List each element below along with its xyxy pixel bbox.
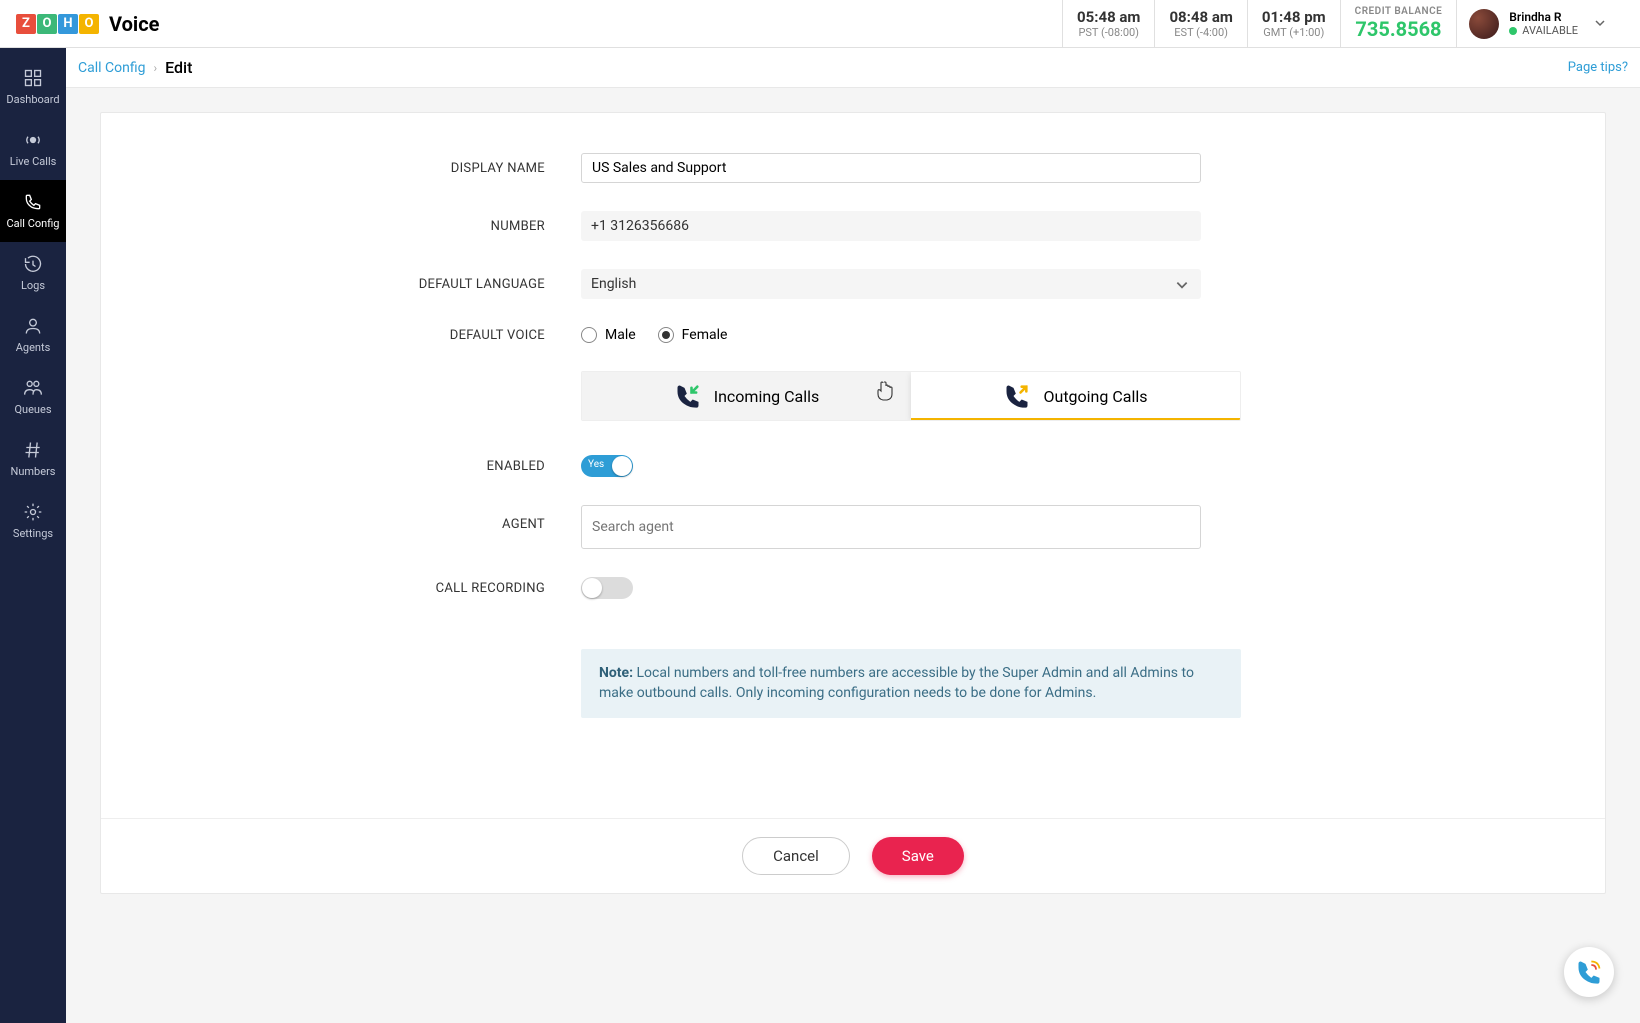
logo-tile-o1: O xyxy=(37,14,57,34)
sidebar-item-settings[interactable]: Settings xyxy=(0,490,66,552)
radio-label-male: Male xyxy=(605,327,636,343)
clock-time: 05:48 am xyxy=(1077,8,1140,26)
radio-label-female: Female xyxy=(682,327,728,343)
nav-label: Live Calls xyxy=(10,155,57,168)
nav-label: Numbers xyxy=(11,465,56,478)
clock-time: 01:48 pm xyxy=(1262,8,1326,26)
label-enabled: ENABLED xyxy=(141,459,581,474)
call-recording-toggle[interactable] xyxy=(581,577,633,599)
credit-balance: CREDIT BALANCE 735.8568 xyxy=(1340,0,1457,47)
number-input xyxy=(581,211,1201,241)
toggle-text: Yes xyxy=(588,459,604,470)
clock-pst: 05:48 am PST (-08:00) xyxy=(1062,0,1154,47)
phone-icon xyxy=(1575,958,1603,986)
save-button[interactable]: Save xyxy=(872,837,964,875)
credit-value: 735.8568 xyxy=(1355,17,1443,41)
avatar xyxy=(1469,9,1499,39)
dashboard-icon xyxy=(23,68,43,88)
call-type-tabs: Incoming Calls Outgoing Calls xyxy=(581,371,1241,421)
nav-label: Logs xyxy=(21,279,45,292)
credit-label: CREDIT BALANCE xyxy=(1355,6,1443,17)
chevron-down-icon xyxy=(1594,14,1606,33)
tab-label: Outgoing Calls xyxy=(1043,387,1147,406)
top-bar: Z O H O Voice 05:48 am PST (-08:00) 08:4… xyxy=(0,0,1640,48)
clock-zone: GMT (+1:00) xyxy=(1262,26,1326,39)
page-title: Edit xyxy=(165,58,192,77)
agent-search-input[interactable] xyxy=(581,505,1201,549)
clock-gmt: 01:48 pm GMT (+1:00) xyxy=(1247,0,1340,47)
logs-icon xyxy=(23,254,43,274)
nav-label: Call Config xyxy=(6,217,59,230)
numbers-icon xyxy=(23,440,43,460)
breadcrumb-parent[interactable]: Call Config xyxy=(78,60,145,76)
sidebar-item-call-config[interactable]: Call Config xyxy=(0,180,66,242)
clock-time: 08:48 am xyxy=(1169,8,1232,26)
live-calls-icon xyxy=(23,130,43,150)
nav-label: Settings xyxy=(13,527,53,540)
brand-name: Voice xyxy=(109,12,159,36)
note-text: Local numbers and toll-free numbers are … xyxy=(599,665,1194,701)
sidebar-item-agents[interactable]: Agents xyxy=(0,304,66,366)
toggle-knob xyxy=(582,578,602,598)
note-box: Note: Local numbers and toll-free number… xyxy=(581,649,1241,718)
display-name-input[interactable] xyxy=(581,153,1201,183)
clock-zone: EST (-4:00) xyxy=(1169,26,1232,39)
default-language-select[interactable] xyxy=(581,269,1201,299)
config-form: DISPLAY NAME NUMBER DEFAULT LANGUAGE DEF… xyxy=(100,112,1606,894)
user-meta: Brindha R AVAILABLE xyxy=(1509,10,1578,37)
radio-icon xyxy=(581,327,597,343)
user-status-text: AVAILABLE xyxy=(1522,24,1578,37)
user-name: Brindha R xyxy=(1509,10,1578,24)
phone-incoming-icon xyxy=(674,382,702,410)
sidebar-item-dashboard[interactable]: Dashboard xyxy=(0,56,66,118)
brand-logo[interactable]: Z O H O Voice xyxy=(16,12,159,36)
user-menu[interactable]: Brindha R AVAILABLE xyxy=(1456,0,1624,47)
label-display-name: DISPLAY NAME xyxy=(141,161,581,176)
sidebar-item-logs[interactable]: Logs xyxy=(0,242,66,304)
breadcrumb-bar: Call Config › Edit Page tips? xyxy=(66,48,1640,88)
logo-tile-z: Z xyxy=(16,14,36,34)
form-footer: Cancel Save xyxy=(101,818,1605,893)
logo-tiles: Z O H O xyxy=(16,14,99,34)
tab-label: Incoming Calls xyxy=(714,387,820,406)
nav-label: Agents xyxy=(16,341,51,354)
radio-female[interactable]: Female xyxy=(658,327,728,343)
label-call-recording: CALL RECORDING xyxy=(141,581,581,596)
sidebar: Dashboard Live Calls Call Config Logs Ag… xyxy=(0,48,66,1023)
radio-icon xyxy=(658,327,674,343)
label-number: NUMBER xyxy=(141,219,581,234)
label-default-voice: DEFAULT VOICE xyxy=(141,328,581,343)
gear-icon xyxy=(23,502,43,522)
user-status: AVAILABLE xyxy=(1509,24,1578,37)
floating-dialer-button[interactable] xyxy=(1564,947,1614,997)
tab-outgoing[interactable]: Outgoing Calls xyxy=(911,372,1240,420)
sidebar-item-queues[interactable]: Queues xyxy=(0,366,66,428)
phone-outgoing-icon xyxy=(1003,382,1031,410)
status-dot-icon xyxy=(1509,27,1517,35)
chevron-right-icon: › xyxy=(153,61,157,75)
cancel-button[interactable]: Cancel xyxy=(742,837,850,875)
toggle-knob xyxy=(612,456,632,476)
clock-zone: PST (-08:00) xyxy=(1077,26,1140,39)
note-prefix: Note: xyxy=(599,665,633,681)
queues-icon xyxy=(23,378,43,398)
label-default-language: DEFAULT LANGUAGE xyxy=(141,277,581,292)
enabled-toggle[interactable]: Yes xyxy=(581,455,633,477)
radio-male[interactable]: Male xyxy=(581,327,636,343)
call-config-icon xyxy=(23,192,43,212)
sidebar-item-live-calls[interactable]: Live Calls xyxy=(0,118,66,180)
clock-est: 08:48 am EST (-4:00) xyxy=(1154,0,1246,47)
logo-tile-h: H xyxy=(58,14,78,34)
agents-icon xyxy=(23,316,43,336)
nav-label: Queues xyxy=(14,403,51,416)
tab-incoming[interactable]: Incoming Calls xyxy=(582,372,911,420)
page-tips-link[interactable]: Page tips? xyxy=(1568,60,1628,75)
label-agent: AGENT xyxy=(141,505,581,532)
nav-label: Dashboard xyxy=(6,93,59,106)
sidebar-item-numbers[interactable]: Numbers xyxy=(0,428,66,490)
logo-tile-o2: O xyxy=(79,14,99,34)
